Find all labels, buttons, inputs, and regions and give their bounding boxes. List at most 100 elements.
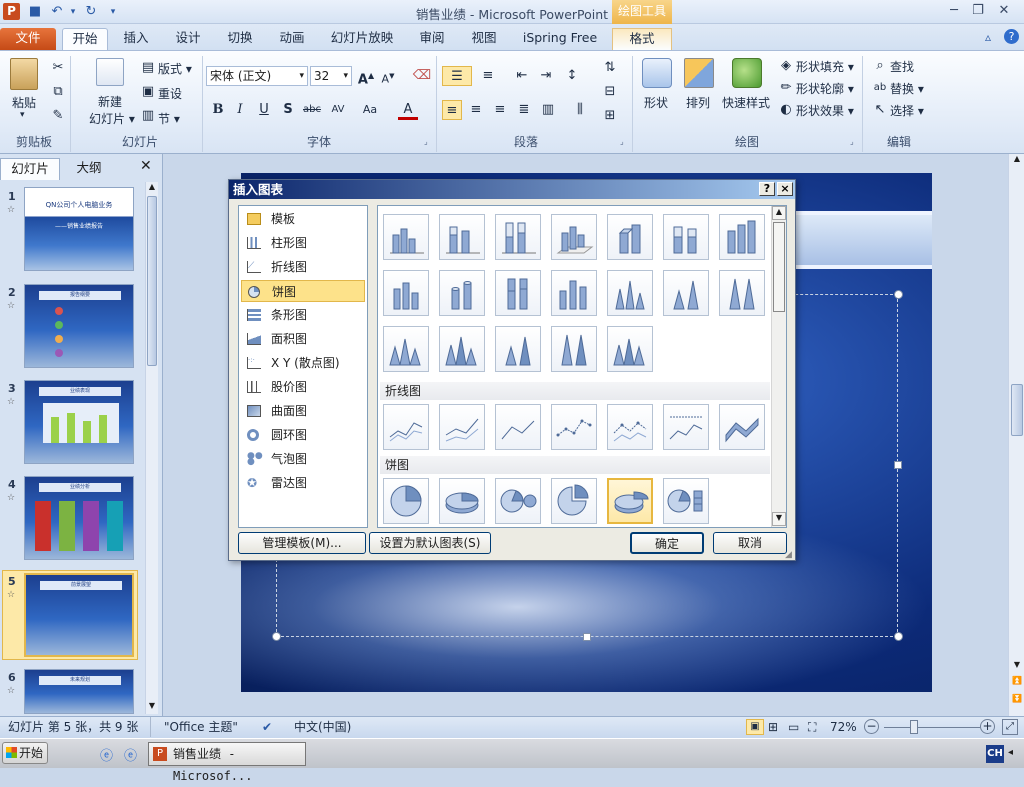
copy-icon[interactable]: ⧉ <box>48 82 68 102</box>
ie-icon[interactable]: ⓔ <box>100 745 113 764</box>
align-left-icon[interactable]: ≡ <box>442 100 462 120</box>
shapes-icon[interactable] <box>642 58 672 88</box>
scroll-thumb[interactable] <box>1011 384 1023 436</box>
cancel-button[interactable]: 取消 <box>713 532 787 554</box>
category-area[interactable]: 面积图 <box>241 328 365 350</box>
dialog-launcher-icon[interactable]: ⌟ <box>424 137 428 146</box>
chart-type-line-markers-100[interactable] <box>663 404 709 450</box>
scroll-up-icon[interactable]: ▲ <box>146 182 158 195</box>
columns-icon[interactable]: ⫼ <box>570 100 590 120</box>
increase-indent-icon[interactable]: ⇥ <box>536 66 556 86</box>
chart-type-pyramid-3[interactable] <box>551 326 597 372</box>
clear-format-icon[interactable]: ⌫ <box>412 66 432 86</box>
select-button[interactable]: 选择 ▾ <box>890 102 924 119</box>
customize-qat-icon[interactable]: ▾ <box>104 3 122 21</box>
underline-icon[interactable]: U <box>254 100 274 120</box>
tray-icon[interactable]: ◂ <box>1008 747 1013 758</box>
slide-thumbnail-5[interactable]: 前景展望 <box>24 573 134 657</box>
slide-sorter-icon[interactable]: ⊞ <box>768 717 778 737</box>
next-slide-icon[interactable]: ⏬ <box>1010 694 1024 708</box>
category-template[interactable]: 模板 <box>241 208 365 230</box>
dialog-close-button[interactable]: × <box>777 182 793 196</box>
slide-scrollbar[interactable]: ▲ ▼ ⏫ ⏬ <box>1008 154 1024 716</box>
category-line[interactable]: ⟋ 折线图 <box>241 256 365 278</box>
ok-button[interactable]: 确定 <box>630 532 704 554</box>
italic-icon[interactable]: I <box>230 100 250 120</box>
zoom-in-icon[interactable]: + <box>980 719 995 734</box>
paste-icon[interactable] <box>10 58 38 90</box>
new-slide-button[interactable]: 新建 <box>98 93 122 110</box>
tab-design[interactable]: 设计 <box>168 28 208 50</box>
reset-icon[interactable]: ▣ <box>138 82 158 102</box>
chart-type-cylinder-1[interactable] <box>383 270 429 316</box>
scroll-up-icon[interactable]: ▲ <box>772 206 786 220</box>
shape-effects-icon[interactable]: ◐ <box>776 100 796 120</box>
tab-slides[interactable]: 幻灯片 <box>0 158 60 180</box>
align-right-icon[interactable]: ≡ <box>490 100 510 120</box>
tab-outline[interactable]: 大纲 <box>62 158 116 180</box>
dialog-launcher-icon[interactable]: ⌟ <box>850 137 854 146</box>
chart-type-line[interactable] <box>383 404 429 450</box>
find-icon[interactable]: ⌕ <box>870 56 890 76</box>
slide-thumbnail-2[interactable]: 报告纲要 <box>24 284 134 368</box>
category-scatter[interactable]: ·:· X Y (散点图) <box>241 352 365 374</box>
shadow-icon[interactable]: S <box>278 100 298 120</box>
category-bubble[interactable]: ●● ● 气泡图 <box>241 448 365 470</box>
arrange-icon[interactable] <box>684 58 714 88</box>
change-case-icon[interactable]: Aa <box>360 100 380 120</box>
chart-type-pie[interactable] <box>383 478 429 524</box>
cut-icon[interactable]: ✂ <box>48 58 68 78</box>
tab-file[interactable]: 文件 <box>0 28 56 50</box>
close-panel-icon[interactable]: ✕ <box>140 158 152 174</box>
paste-dropdown-icon[interactable]: ▾ <box>20 110 25 120</box>
tab-ispring[interactable]: iSpring Free <box>516 28 604 50</box>
font-color-icon[interactable]: A <box>398 100 418 120</box>
manage-templates-button[interactable]: 管理模板(M)... <box>238 532 366 554</box>
tab-insert[interactable]: 插入 <box>116 28 156 50</box>
chart-type-column-3d[interactable] <box>551 214 597 260</box>
align-center-icon[interactable]: ≡ <box>466 100 486 120</box>
quick-styles-button[interactable]: 快速样式 <box>722 94 770 111</box>
spell-check-icon[interactable]: ✔ <box>262 717 272 737</box>
scroll-down-icon[interactable]: ▼ <box>1010 660 1024 674</box>
zoom-slider-track[interactable] <box>884 727 980 728</box>
close-window-icon[interactable]: ✕ <box>992 2 1016 20</box>
chart-type-column-stacked-3d[interactable] <box>439 214 485 260</box>
scroll-up-icon[interactable]: ▲ <box>1010 154 1024 168</box>
normal-view-icon[interactable]: ▣ <box>746 719 764 735</box>
resize-handle[interactable] <box>583 633 591 641</box>
scroll-down-icon[interactable]: ▼ <box>146 701 158 714</box>
tab-slideshow[interactable]: 幻灯片放映 <box>326 28 398 50</box>
zoom-slider-thumb[interactable] <box>910 720 918 734</box>
new-slide-dropdown[interactable]: 幻灯片 ▾ <box>89 110 135 127</box>
scroll-thumb[interactable] <box>773 222 785 312</box>
chart-type-cylinder-3[interactable] <box>495 270 541 316</box>
chart-type-cylinder-2[interactable] <box>439 270 485 316</box>
category-column[interactable]: 柱形图 <box>241 232 365 254</box>
justify-icon[interactable]: ≣ <box>514 100 534 120</box>
ime-indicator[interactable]: CH <box>986 745 1004 763</box>
arrange-button[interactable]: 排列 <box>686 94 710 111</box>
reset-button[interactable]: 重设 <box>158 85 182 102</box>
chart-type-pie-of-pie[interactable] <box>495 478 541 524</box>
language-status[interactable]: 中文(中国) <box>294 717 351 737</box>
bold-icon[interactable]: B <box>208 100 228 120</box>
category-doughnut[interactable]: 圆环图 <box>241 424 365 446</box>
layout-icon[interactable]: ▤ <box>138 58 158 78</box>
tab-animations[interactable]: 动画 <box>272 28 312 50</box>
redo-icon[interactable]: ↻ <box>82 3 100 21</box>
line-spacing-icon[interactable]: ↕ <box>562 66 582 86</box>
slide-thumbnail-6[interactable]: 未来规划 <box>24 669 134 714</box>
scroll-thumb[interactable] <box>147 196 157 366</box>
strikethrough-icon[interactable]: abc <box>302 100 322 120</box>
quick-styles-icon[interactable] <box>732 58 762 88</box>
slide-thumbnail-1[interactable]: QN公司个人电脑业务 ——销售业绩报告 <box>24 187 134 271</box>
shape-fill-button[interactable]: 形状填充 ▾ <box>796 58 854 75</box>
title-banner[interactable] <box>791 211 932 269</box>
resize-handle[interactable] <box>272 632 281 641</box>
tab-review[interactable]: 审阅 <box>412 28 452 50</box>
chart-type-cone-1[interactable] <box>607 270 653 316</box>
bullets-icon[interactable]: ☰ <box>442 66 472 86</box>
layout-button[interactable]: 版式 ▾ <box>158 60 192 77</box>
replace-icon[interactable]: ab <box>870 78 890 98</box>
